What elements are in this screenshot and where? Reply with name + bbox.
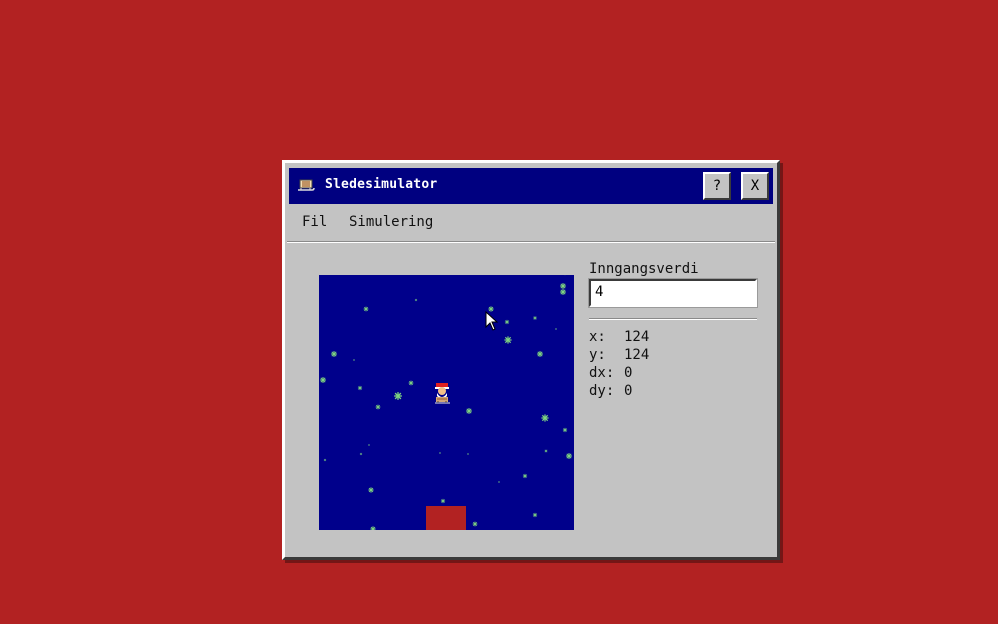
snowflake-icon — [357, 385, 363, 391]
snowflake-icon — [532, 315, 538, 321]
snowflake-icon — [440, 498, 446, 504]
state-readouts: x: 124 y: 124 dx: 0 dy: 0 — [589, 328, 761, 400]
menu-fil[interactable]: Fil — [302, 214, 327, 230]
target-zone — [426, 506, 466, 530]
menu-simulering[interactable]: Simulering — [349, 214, 433, 230]
snowflake-icon — [504, 319, 510, 325]
snowflake-icon — [565, 452, 573, 460]
snowflake-icon — [562, 427, 568, 433]
snowflake-icon — [393, 391, 403, 401]
snowflake-icon — [522, 473, 528, 479]
readout-dx-key: dx: — [589, 365, 615, 381]
snowflake-icon — [367, 486, 375, 494]
panel-separator — [589, 318, 757, 320]
readout-x-value: 124 — [624, 329, 650, 345]
snowflake-icon — [323, 458, 327, 462]
readout-dy-key: dy: — [589, 383, 615, 399]
simulation-canvas[interactable] — [319, 275, 574, 530]
readout-x-key: x: — [589, 329, 606, 345]
sled-icon — [298, 179, 315, 191]
readout-dy: dy: 0 — [589, 382, 761, 400]
snowflake-icon — [536, 350, 544, 358]
snowflake-icon — [367, 443, 371, 447]
sledesimulator-window: Sledesimulator ? X Fil Simulering Inngan… — [282, 160, 780, 560]
readout-y-key: y: — [589, 347, 606, 363]
help-button[interactable]: ? — [703, 172, 731, 200]
window-title: Sledesimulator — [325, 177, 438, 192]
snowflake-icon — [559, 288, 567, 296]
snowflake-icon — [503, 335, 513, 345]
readout-y: y: 124 — [589, 346, 761, 364]
snowflake-icon — [465, 407, 473, 415]
snowflake-icon — [554, 327, 558, 331]
snowfield — [319, 275, 573, 530]
snowflake-icon — [466, 452, 470, 456]
snowflake-icon — [359, 452, 363, 456]
snowflake-icon — [330, 350, 338, 358]
snowflake-icon — [544, 449, 548, 453]
snowflake-icon — [352, 358, 356, 362]
snowflake-icon — [414, 298, 418, 302]
snowflake-icon — [472, 521, 478, 527]
snowflake-icon — [438, 451, 442, 455]
readout-dx-value: 0 — [624, 365, 633, 381]
snowflake-icon — [532, 512, 538, 518]
side-panel: Inngangsverdi 4 x: 124 y: 124 dx: 0 dy: 0 — [588, 259, 761, 400]
snowflake-icon — [369, 525, 377, 530]
snowflake-icon — [319, 376, 327, 384]
snowflake-icon — [375, 404, 381, 410]
mouse-cursor-icon — [485, 311, 499, 331]
santa-sled-icon — [435, 383, 450, 404]
readout-x: x: 124 — [589, 328, 761, 346]
menu-separator — [287, 241, 775, 243]
close-button[interactable]: X — [741, 172, 769, 200]
input-label: Inngangsverdi — [589, 261, 699, 277]
snowflake-icon — [363, 306, 369, 312]
snowflake-icon — [559, 282, 567, 290]
input-value-field[interactable]: 4 — [588, 278, 758, 308]
readout-dx: dx: 0 — [589, 364, 761, 382]
menu-bar: Fil Simulering — [289, 207, 773, 235]
title-bar[interactable]: Sledesimulator ? X — [289, 168, 773, 204]
snowflake-icon — [540, 413, 550, 423]
readout-dy-value: 0 — [624, 383, 633, 399]
desktop: Sledesimulator ? X Fil Simulering Inngan… — [0, 0, 998, 624]
snowflake-icon — [408, 380, 414, 386]
snowflake-icon — [497, 480, 501, 484]
readout-y-value: 124 — [624, 347, 650, 363]
